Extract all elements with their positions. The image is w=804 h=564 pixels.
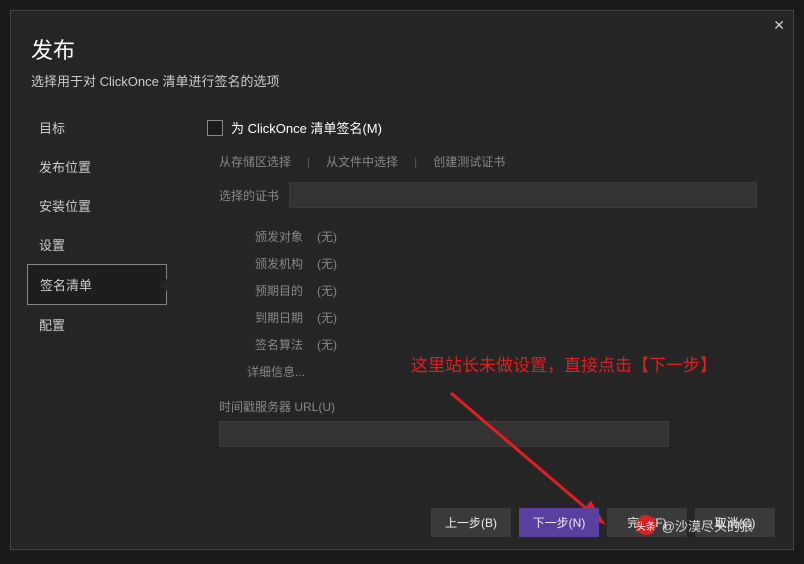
select-from-store-link[interactable]: 从存储区选择 (219, 153, 291, 170)
issued-to-value: (无) (317, 228, 337, 245)
sidebar: 目标 发布位置 安装位置 设置 签名清单 配置 (27, 108, 167, 493)
select-from-file-link[interactable]: 从文件中选择 (326, 153, 398, 170)
issued-by-value: (无) (317, 255, 337, 272)
finish-button[interactable]: 完成(F) (607, 508, 687, 537)
create-test-cert-link[interactable]: 创建测试证书 (433, 153, 505, 170)
sign-manifests-label: 为 ClickOnce 清单签名(M) (231, 118, 382, 137)
sidebar-item-sign-manifests[interactable]: 签名清单 (27, 264, 167, 305)
dialog-subtitle: 选择用于对 ClickOnce 清单进行签名的选项 (31, 71, 773, 90)
cancel-button[interactable]: 取消(C) (695, 508, 775, 537)
close-icon[interactable]: ✕ (773, 17, 785, 34)
prev-button[interactable]: 上一步(B) (431, 508, 511, 537)
timestamp-url-label: 时间戳服务器 URL(U) (219, 398, 757, 415)
timestamp-url-input[interactable] (219, 421, 669, 447)
selected-cert-label: 选择的证书 (219, 187, 279, 204)
next-button[interactable]: 下一步(N) (519, 508, 599, 537)
details-link[interactable]: 详细信息... (247, 363, 757, 380)
sidebar-item-target[interactable]: 目标 (27, 108, 167, 147)
selected-cert-input[interactable] (289, 182, 757, 208)
expiry-label: 到期日期 (247, 309, 303, 326)
algo-value: (无) (317, 336, 337, 353)
sidebar-item-install-location[interactable]: 安装位置 (27, 186, 167, 225)
dialog-title: 发布 (31, 33, 773, 65)
issued-by-label: 颁发机构 (247, 255, 303, 272)
purpose-value: (无) (317, 282, 337, 299)
sidebar-item-publish-location[interactable]: 发布位置 (27, 147, 167, 186)
algo-label: 签名算法 (247, 336, 303, 353)
sidebar-item-configuration[interactable]: 配置 (27, 305, 167, 344)
sign-manifests-checkbox[interactable] (207, 120, 223, 136)
purpose-label: 预期目的 (247, 282, 303, 299)
issued-to-label: 颁发对象 (247, 228, 303, 245)
expiry-value: (无) (317, 309, 337, 326)
sidebar-item-settings[interactable]: 设置 (27, 225, 167, 264)
